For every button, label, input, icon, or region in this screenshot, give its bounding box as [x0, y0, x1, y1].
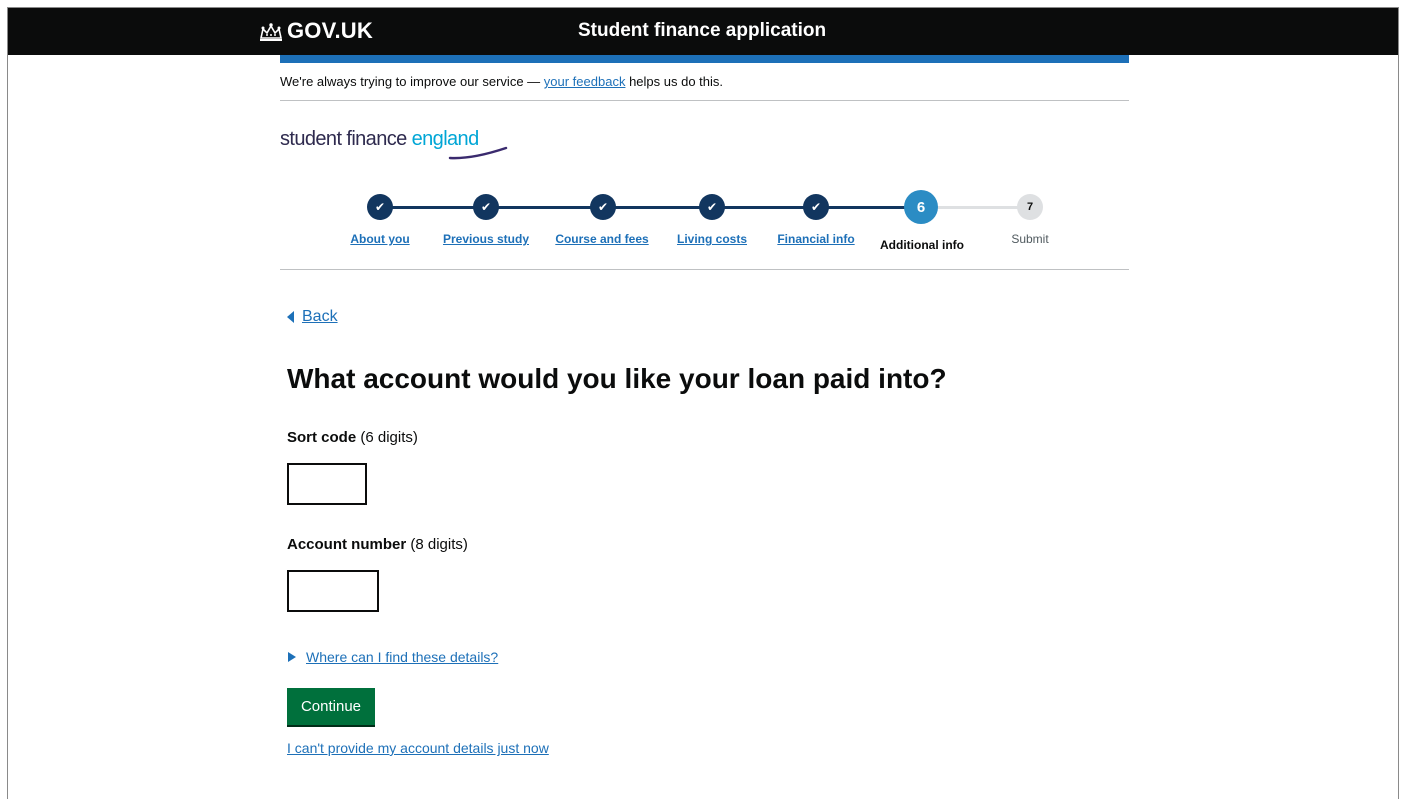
back-link-label: Back	[302, 308, 338, 325]
continue-button[interactable]: Continue	[287, 688, 375, 725]
step-5-check-icon: ✔	[803, 194, 829, 220]
account-number-label-text: Account number	[287, 536, 407, 553]
header-blue-underline	[280, 55, 1129, 63]
feedback-prefix: We're always trying to improve our servi…	[280, 74, 544, 89]
govuk-logo-link[interactable]: GOV.UK	[287, 18, 373, 44]
crown-icon	[260, 23, 282, 41]
details-summary-text: Where can I find these details?	[306, 649, 499, 665]
browser-frame: GOV.UK Student finance application We're…	[7, 7, 1399, 799]
govuk-header: GOV.UK Student finance application	[8, 8, 1398, 55]
account-number-label: Account number (8 digits)	[287, 536, 468, 553]
feedback-banner: We're always trying to improve our servi…	[280, 74, 723, 89]
account-number-input[interactable]	[287, 570, 379, 612]
logo-swoosh-icon	[448, 146, 508, 160]
step-7-number: 7	[1017, 194, 1043, 220]
logo-text-part1: student finance	[280, 128, 412, 150]
stepper-line-complete	[380, 206, 912, 209]
cant-provide-details-link[interactable]: I can't provide my account details just …	[287, 740, 549, 756]
sort-code-label-text: Sort code	[287, 429, 357, 446]
service-name: Student finance application	[578, 20, 827, 41]
triangle-right-icon	[288, 652, 296, 662]
details-toggle[interactable]: Where can I find these details?	[288, 649, 498, 665]
step-additional-info: Additional info	[880, 238, 964, 252]
feedback-link[interactable]: your feedback	[544, 74, 626, 89]
step-4-check-icon: ✔	[699, 194, 725, 220]
step-1-check-icon: ✔	[367, 194, 393, 220]
feedback-suffix: helps us do this.	[625, 74, 724, 89]
step-course-and-fees[interactable]: Course and fees	[555, 232, 648, 246]
step-about-you[interactable]: About you	[350, 232, 409, 246]
step-6-number: 6	[904, 190, 938, 224]
step-submit: Submit	[1011, 232, 1049, 246]
step-3-check-icon: ✔	[590, 194, 616, 220]
step-living-costs[interactable]: Living costs	[677, 232, 747, 246]
sort-code-label: Sort code (6 digits)	[287, 429, 418, 446]
page-title: What account would you like your loan pa…	[287, 363, 947, 394]
sort-code-hint: (6 digits)	[356, 429, 418, 446]
sort-code-input[interactable]	[287, 463, 367, 505]
back-arrow-icon	[287, 311, 294, 323]
step-previous-study[interactable]: Previous study	[443, 232, 529, 246]
divider	[280, 269, 1129, 270]
step-financial-info[interactable]: Financial info	[777, 232, 854, 246]
divider	[280, 100, 1129, 101]
progress-stepper: ✔ About you ✔ Previous study ✔ Course an…	[280, 188, 1129, 258]
step-2-check-icon: ✔	[473, 194, 499, 220]
back-link[interactable]: Back	[287, 308, 338, 326]
account-number-hint: (8 digits)	[406, 536, 468, 553]
